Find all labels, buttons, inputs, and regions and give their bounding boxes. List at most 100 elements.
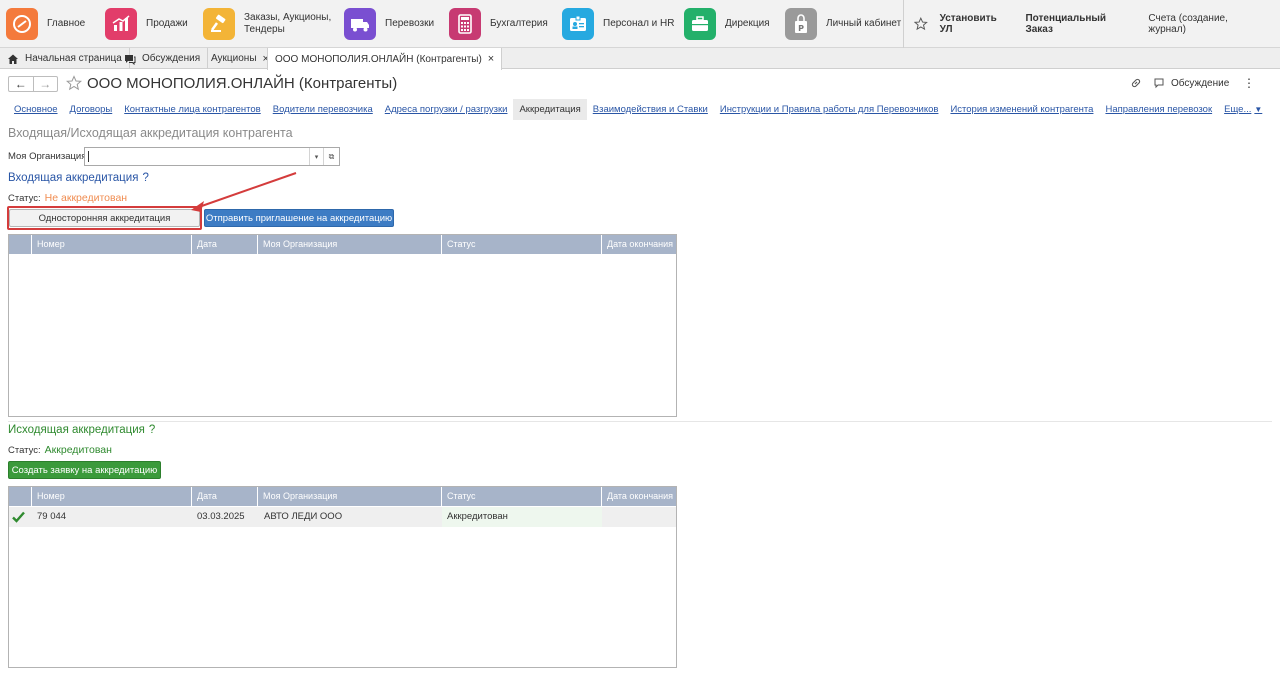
table-header-cell[interactable]: Номер [32, 487, 192, 506]
section-sales[interactable]: Продажи [105, 0, 188, 48]
table-header: Номер Дата Моя Организация Статус Дата о… [9, 487, 676, 506]
form-title: ООО МОНОПОЛИЯ.ОНЛАЙН (Контрагенты) [87, 75, 398, 92]
table-header-cell[interactable]: Моя Организация [258, 487, 442, 506]
subnav-directions[interactable]: Направления перевозок [1099, 99, 1218, 120]
chat-icon [125, 54, 136, 65]
back-arrow-icon[interactable]: ← [9, 77, 33, 91]
badge-icon [562, 8, 594, 40]
table-header-cell[interactable]: Статус [442, 487, 602, 506]
open-tabs-bar: Начальная страница Обсуждения Аукционы ×… [0, 48, 1280, 70]
table-header-cell[interactable]: Номер [32, 235, 192, 254]
section-transport[interactable]: Перевозки [344, 0, 434, 48]
subnav-history[interactable]: История изменений контрагента [944, 99, 1099, 120]
open-record-icon[interactable]: ⧉ [323, 148, 339, 165]
section-label: Личный кабинет [826, 18, 902, 29]
section-direction[interactable]: Дирекция [684, 0, 770, 48]
create-accreditation-request-button[interactable]: Создать заявку на аккредитацию [8, 461, 161, 479]
subnav-accreditation[interactable]: Аккредитация [513, 99, 587, 120]
section-label: Персонал и HR [603, 18, 675, 29]
table-header-cell [9, 235, 32, 254]
sales-chart-icon [105, 8, 137, 40]
discussion-icon[interactable] [1154, 77, 1166, 89]
subnav-main[interactable]: Основное [8, 99, 64, 120]
unilateral-accreditation-button[interactable]: Односторонняя аккредитация [9, 209, 200, 227]
favorites-star-icon[interactable] [914, 17, 928, 31]
send-invitation-button[interactable]: Отправить приглашение на аккредитацию [204, 209, 394, 227]
incoming-status-value: Не аккредитован [44, 192, 128, 204]
svg-text:P: P [798, 24, 804, 33]
parking-icon: P [785, 8, 817, 40]
potential-order-link[interactable]: Потенциальный Заказ [1025, 13, 1133, 35]
section-main[interactable]: Главное [6, 0, 85, 48]
section-cabinet[interactable]: P Личный кабинет [785, 0, 901, 48]
calculator-icon [449, 8, 481, 40]
cell-number: 79 044 [37, 511, 67, 522]
sections-panel: Главное Продажи Заказы, Аукционы, Тендер… [0, 0, 1280, 48]
form-header-actions: Обсуждение ⋮ [1130, 76, 1255, 90]
subnav-instructions[interactable]: Инструкции и Правила работы для Перевозч… [714, 99, 945, 120]
tab-label: Начальная страница [25, 53, 122, 64]
help-icon[interactable]: ? [142, 172, 148, 184]
my-organization-label: Моя Организация: [8, 151, 90, 162]
form-subnav: Основное Договоры Контактные лица контра… [8, 99, 1268, 120]
subnav-interactions[interactable]: Взаимодействия и Ставки [587, 99, 714, 120]
help-icon[interactable]: ? [149, 424, 155, 436]
tab-counterparty[interactable]: ООО МОНОПОЛИЯ.ОНЛАЙН (Контрагенты) × [267, 48, 503, 70]
section-label: Продажи [146, 18, 188, 29]
checkmark-icon [12, 511, 25, 523]
incoming-accreditation-table[interactable]: Номер Дата Моя Организация Статус Дата о… [8, 234, 677, 417]
outgoing-status: Статус: Аккредитован [8, 444, 112, 456]
outgoing-heading-text: Исходящая аккредитация [8, 424, 145, 436]
subnav-drivers[interactable]: Водители перевозчика [267, 99, 379, 120]
close-icon[interactable]: × [488, 53, 494, 65]
table-header-cell[interactable]: Дата [192, 235, 258, 254]
outgoing-accreditation-table[interactable]: Номер Дата Моя Организация Статус Дата о… [8, 486, 677, 668]
page-heading: Входящая/Исходящая аккредитация контраге… [8, 126, 293, 140]
dropdown-arrow-icon[interactable]: ▾ [309, 148, 323, 165]
main-section-icon [6, 8, 38, 40]
cell-date: 03.03.2025 [197, 511, 245, 522]
section-hr[interactable]: Персонал и HR [562, 0, 675, 48]
section-label: Дирекция [725, 18, 770, 29]
section-divider [8, 421, 1272, 422]
status-label: Статус: [8, 193, 41, 204]
outgoing-accreditation-heading: Исходящая аккредитация? [8, 424, 155, 436]
link-icon[interactable] [1130, 77, 1142, 89]
table-header-cell[interactable]: Статус [442, 235, 602, 254]
tab-label: Обсуждения [142, 53, 201, 64]
tab-home[interactable]: Начальная страница [0, 48, 130, 69]
subnav-contacts[interactable]: Контактные лица контрагентов [118, 99, 267, 120]
table-header-cell[interactable]: Дата окончания [602, 235, 676, 254]
section-accounting[interactable]: Бухгалтерия [449, 0, 548, 48]
incoming-heading-text: Входящая аккредитация [8, 172, 139, 184]
subnav-addresses[interactable]: Адреса погрузки / разгрузки [379, 99, 514, 120]
tab-discussions[interactable]: Обсуждения [117, 48, 209, 69]
install-ul-link[interactable]: Установить УЛ [940, 13, 1011, 35]
section-label: Перевозки [385, 18, 435, 29]
forward-arrow-icon[interactable]: → [32, 77, 58, 91]
section-orders[interactable]: Заказы, Аукционы, Тендеры [203, 0, 334, 48]
more-actions-icon[interactable]: ⋮ [1243, 76, 1255, 90]
subnav-more-label: Еще... [1224, 104, 1252, 115]
incoming-status: Статус: Не аккредитован [8, 192, 127, 204]
section-label: Заказы, Аукционы, Тендеры [244, 12, 332, 35]
invoices-link[interactable]: Счета (создание, журнал) [1148, 13, 1265, 35]
table-header-cell [9, 487, 32, 506]
cell-end-date [602, 507, 676, 527]
table-header-cell[interactable]: Дата [192, 487, 258, 506]
status-label: Статус: [8, 445, 41, 456]
table-header-cell[interactable]: Дата окончания [602, 487, 676, 506]
briefcase-icon [684, 8, 716, 40]
tab-label: ООО МОНОПОЛИЯ.ОНЛАЙН (Контрагенты) [275, 53, 482, 65]
add-to-favorites-star-icon[interactable] [66, 75, 82, 91]
subnav-more[interactable]: Еще... ▼ [1218, 99, 1268, 120]
table-row[interactable]: 79 044 03.03.2025 АВТО ЛЕДИ ООО Аккредит… [9, 507, 676, 527]
incoming-accreditation-heading: Входящая аккредитация? [8, 172, 149, 184]
my-organization-input[interactable]: ▾ ⧉ [84, 147, 340, 166]
subnav-contracts[interactable]: Договоры [64, 99, 119, 120]
table-header-cell[interactable]: Моя Организация [258, 235, 442, 254]
cell-organization: АВТО ЛЕДИ ООО [264, 511, 343, 522]
gavel-icon [203, 8, 235, 40]
text-caret [88, 151, 89, 162]
discussion-button[interactable]: Обсуждение [1171, 78, 1229, 89]
